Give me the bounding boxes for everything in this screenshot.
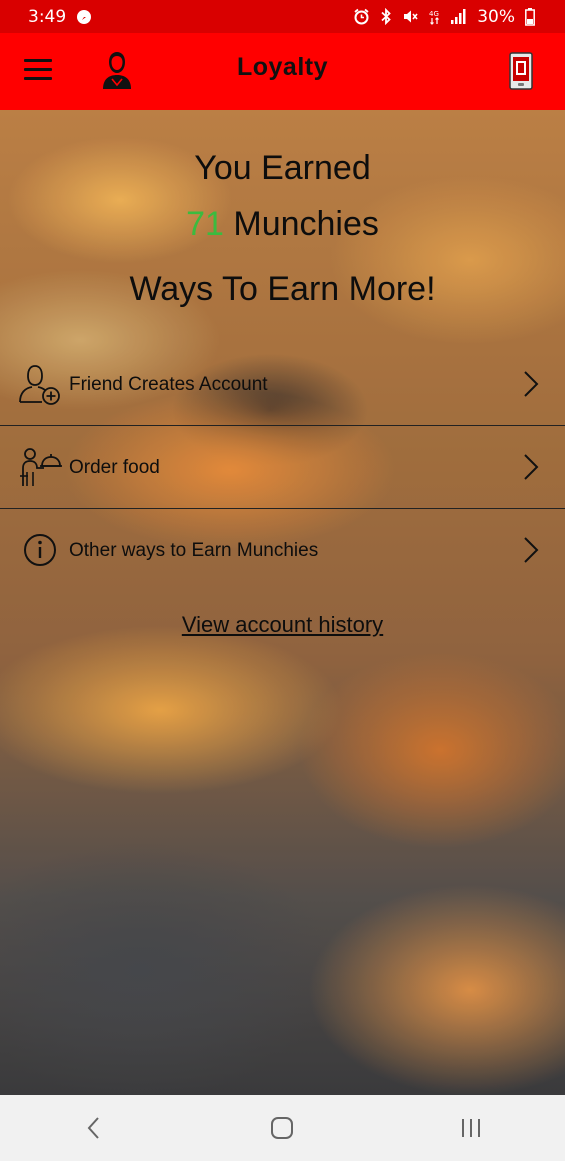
way-order-food[interactable]: Order food — [0, 426, 565, 509]
alarm-icon — [353, 8, 370, 25]
food-background-image — [0, 110, 565, 1095]
chevron-right-icon — [524, 454, 539, 480]
status-bar-left: 3:49 — [28, 7, 92, 27]
bluetooth-icon — [380, 8, 392, 25]
signal-icon — [451, 9, 467, 24]
ways-heading: Ways To Earn More! — [129, 270, 436, 308]
chevron-right-icon — [524, 537, 539, 563]
hamburger-icon-line — [24, 77, 52, 80]
phone-icon — [509, 52, 533, 90]
recent-apps-icon — [461, 1119, 480, 1137]
back-button[interactable] — [74, 1108, 114, 1148]
app-notification-icon — [76, 9, 92, 25]
view-account-history-link[interactable]: View account history — [0, 612, 565, 638]
info-icon — [24, 534, 56, 566]
battery-icon — [525, 7, 535, 26]
home-button[interactable] — [262, 1108, 302, 1148]
chevron-right-icon — [524, 371, 539, 397]
way-other[interactable]: Other ways to Earn Munchies — [0, 509, 565, 592]
way-label: Order food — [69, 457, 160, 478]
svg-text:4G: 4G — [429, 10, 439, 18]
points-unit: Munchies — [233, 205, 379, 243]
app-bar: Loyalty — [0, 33, 565, 110]
system-nav-bar — [0, 1095, 565, 1161]
back-icon — [87, 1117, 99, 1139]
hamburger-icon-line — [24, 68, 52, 71]
lte-icon: 4G — [429, 8, 441, 25]
call-button[interactable] — [509, 52, 533, 90]
way-label: Friend Creates Account — [69, 374, 268, 395]
page-title: Loyalty — [236, 53, 329, 81]
battery-percent: 30% — [477, 6, 515, 27]
profile-button[interactable] — [96, 49, 138, 91]
status-time: 3:49 — [28, 6, 67, 27]
earned-points-line: 71 Munchies — [0, 196, 565, 252]
user-profile-icon — [103, 52, 131, 89]
menu-button[interactable] — [24, 59, 52, 83]
way-label: Other ways to Earn Munchies — [69, 540, 319, 561]
home-icon — [271, 1117, 294, 1139]
earned-summary: You Earned 71 Munchies — [0, 140, 565, 252]
add-user-icon — [19, 365, 60, 405]
mute-icon — [402, 8, 419, 25]
status-bar-right: 4G 30% — [353, 7, 535, 27]
hamburger-icon-line — [24, 59, 52, 62]
ways-list: Friend Creates Account Order food Other … — [0, 343, 565, 592]
waiter-icon — [20, 448, 62, 486]
status-bar: 3:49 4G 30% — [0, 0, 565, 33]
way-friend-creates-account[interactable]: Friend Creates Account — [0, 343, 565, 426]
earned-label: You Earned — [194, 149, 371, 187]
recent-apps-button[interactable] — [451, 1108, 491, 1148]
loyalty-content: You Earned 71 Munchies Ways To Earn More… — [0, 110, 565, 1095]
points-value: 71 — [186, 205, 224, 243]
